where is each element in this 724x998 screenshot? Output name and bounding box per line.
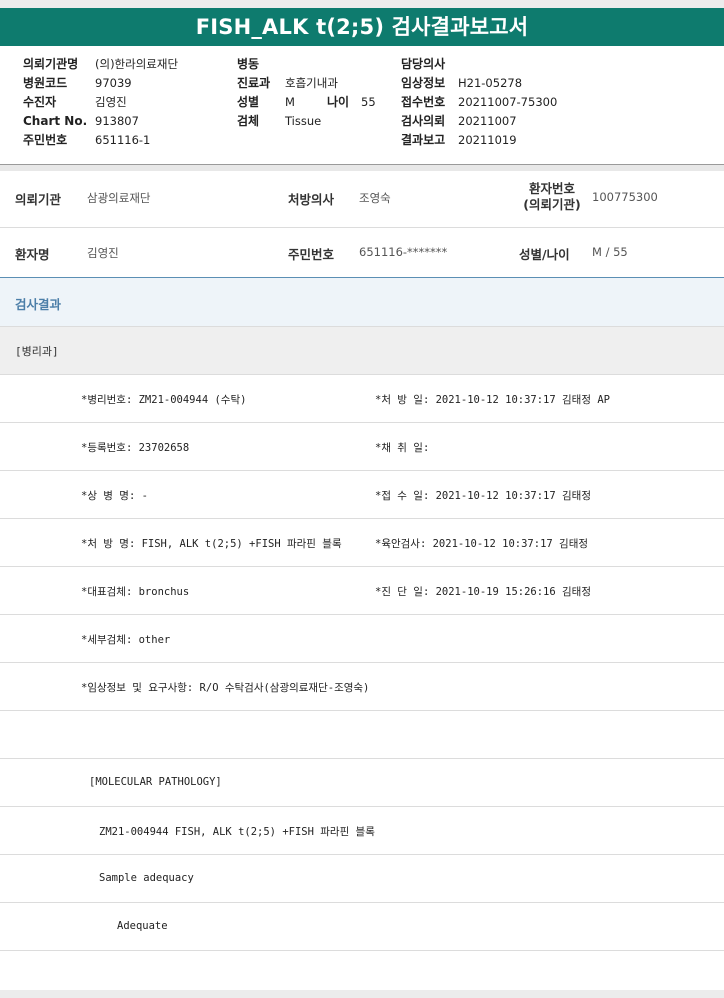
doctor-label: 처방의사 — [288, 192, 335, 207]
header-field-doctor: 담당의사 — [401, 57, 446, 71]
header-field-specimen: 검체 Tissue — [237, 114, 322, 128]
result-left: *세부검체: other — [81, 634, 171, 646]
result-row: *상 병 명: - *접 수 일: 2021-10-12 10:37:17 김태… — [0, 471, 724, 519]
name-value: 김영진 — [87, 246, 119, 260]
header-field-chart: Chart No. 913807 — [23, 114, 139, 128]
sexage-value: M / 55 — [592, 245, 628, 259]
header-field-request: 검사의뢰 20211007 — [401, 114, 517, 128]
molecular-row: Sample adequacy — [0, 855, 724, 903]
doctor-value: 조영숙 — [359, 191, 391, 205]
sexage-label: 성별/나이 — [519, 247, 570, 262]
result-left: *처 방 명: FISH, ALK t(2;5) +FISH 파라핀 블록 — [81, 538, 342, 550]
results-heading: 검사결과 — [0, 278, 724, 327]
result-left: *등록번호: 23702658 — [81, 442, 190, 454]
result-right: *접 수 일: 2021-10-12 10:37:17 김태정 — [375, 490, 591, 502]
name-label: 환자명 — [15, 247, 50, 262]
info-row-2: 환자명 김영진 주민번호 651116-******* 성별/나이 M / 55 — [0, 228, 724, 276]
molecular-heading-row: [MOLECULAR PATHOLOGY] — [0, 759, 724, 807]
top-strip — [0, 0, 724, 8]
molecular-line: Adequate — [117, 920, 168, 932]
molecular-row: ZM21-004944 FISH, ALK t(2;5) +FISH 파라핀 블… — [0, 807, 724, 855]
result-row: *등록번호: 23702658 *채 취 일: — [0, 423, 724, 471]
molecular-line: Sample adequacy — [99, 872, 194, 884]
header-col1: 의뢰기관명 (의)한라의료재단 병원코드 97039 수진자 김영진 Chart No… — [23, 55, 178, 150]
result-right: *채 취 일: — [375, 442, 430, 454]
header-field-patient: 수진자 김영진 — [23, 95, 127, 109]
ssn-label: 주민번호 — [288, 247, 335, 262]
ssn-value: 651116-******* — [359, 245, 448, 259]
result-right: *처 방 일: 2021-10-12 10:37:17 김태정 AP — [375, 394, 610, 406]
header-field-hospital-code: 병원코드 97039 — [23, 76, 132, 90]
result-right: *진 단 일: 2021-10-19 15:26:16 김태정 — [375, 586, 591, 598]
header-field-report: 결과보고 20211019 — [401, 133, 517, 147]
result-left: *병리번호: ZM21-004944 (수탁) — [81, 394, 247, 406]
result-row: *처 방 명: FISH, ALK t(2;5) +FISH 파라핀 블록 *육… — [0, 519, 724, 567]
header-col3: 담당의사 임상정보 H21-05278 접수번호 20211007-75300 검사… — [401, 55, 557, 150]
result-left: *대표검체: bronchus — [81, 586, 190, 598]
header-age-label: 나이 — [327, 95, 350, 109]
result-row: *임상정보 및 요구사항: R/O 수탁검사(삼광의료재단-조영숙) — [0, 663, 724, 711]
header-field-ssn: 주민번호 651116-1 — [23, 133, 151, 147]
header-col2: 병동 진료과 호흡기내과 성별 M 나이 55 검체 Tissue — [237, 55, 376, 131]
department-row: [병리과] — [0, 327, 724, 375]
bottom-strip — [0, 990, 724, 998]
result-row: *세부검체: other — [0, 615, 724, 663]
info-row-1: 의뢰기관 삼광의료재단 처방의사 조영숙 환자번호 (의뢰기관) 10077530… — [0, 171, 724, 228]
molecular-row: Adequate — [0, 903, 724, 951]
header-field-dept: 진료과 호흡기내과 — [237, 76, 338, 90]
patient-no-label: 환자번호 (의뢰기관) — [523, 181, 581, 212]
header-field-accession: 접수번호 20211007-75300 — [401, 95, 558, 109]
header-age-value: 55 — [361, 95, 376, 109]
result-row: *대표검체: bronchus *진 단 일: 2021-10-19 15:26… — [0, 567, 724, 615]
header-field-org: 의뢰기관명 (의)한라의료재단 — [23, 57, 179, 71]
molecular-line: ZM21-004944 FISH, ALK t(2;5) +FISH 파라핀 블… — [99, 826, 375, 838]
empty-row — [0, 711, 724, 759]
result-left: *상 병 명: - — [81, 490, 148, 502]
header-field-clinical: 임상정보 H21-05278 — [401, 76, 523, 90]
header-field-sex: 성별 M 나이 55 — [237, 93, 376, 112]
org-value: 삼광의료재단 — [87, 191, 151, 205]
patient-no-value: 100775300 — [592, 190, 658, 204]
molecular-heading: [MOLECULAR PATHOLOGY] — [89, 776, 222, 788]
header-field-ward: 병동 — [237, 57, 260, 71]
org-label: 의뢰기관 — [15, 192, 62, 207]
result-right: *육안검사: 2021-10-12 10:37:17 김태정 — [375, 538, 589, 550]
result-row: *병리번호: ZM21-004944 (수탁) *처 방 일: 2021-10-… — [0, 375, 724, 423]
result-left: *임상정보 및 요구사항: R/O 수탁검사(삼광의료재단-조영숙) — [81, 682, 370, 694]
report-title: FISH_ALK t(2;5) 검사결과보고서 — [0, 8, 724, 46]
